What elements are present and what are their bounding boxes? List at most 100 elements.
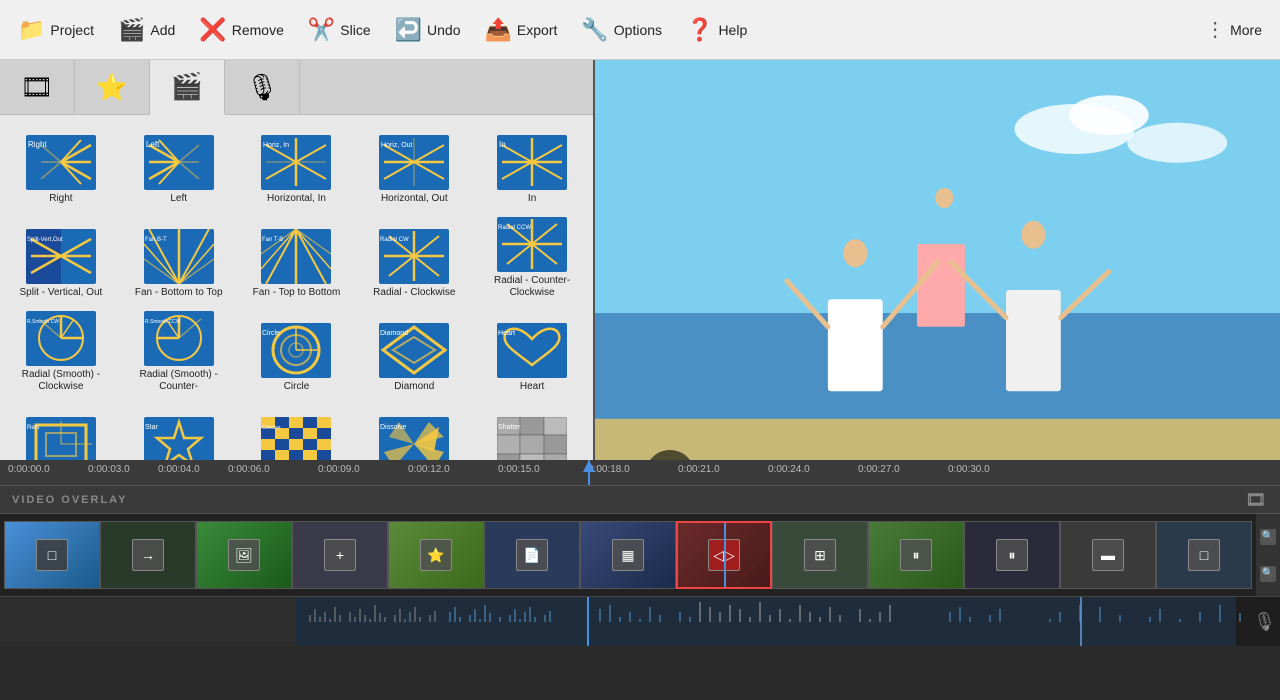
undo-button[interactable]: ↩️ Undo	[385, 11, 471, 49]
clip-cursor[interactable]: ◁▷	[676, 521, 772, 589]
transition-radial-ccw-label: Radial - Counter-Clockwise	[477, 275, 587, 299]
scroll-up-btn[interactable]: 🔍	[1260, 529, 1276, 545]
help-label: Help	[718, 22, 747, 38]
clip-12[interactable]: □	[1156, 521, 1252, 589]
clip-5[interactable]: ⭐	[388, 521, 484, 589]
clip-9[interactable]: ⏸	[868, 521, 964, 589]
svg-text:Radial CCW: Radial CCW	[498, 225, 531, 231]
project-button[interactable]: 📁 Project	[8, 11, 104, 49]
svg-text:Heart: Heart	[498, 330, 515, 337]
audio-icon: 🎙	[245, 72, 278, 103]
transition-split-vertical-out[interactable]: Split-Vert,Out Split - Vertical, Out	[4, 213, 118, 303]
transition-horizontal-out[interactable]: Horiz, Out Horizontal, Out	[357, 119, 471, 209]
svg-text:Horiz, In: Horiz, In	[263, 142, 289, 149]
timeline-ruler[interactable]: 0:00:00.0 0:00:03.0 0:00:04.0 0:00:06.0 …	[0, 460, 1280, 486]
transition-in[interactable]: In In	[475, 119, 589, 209]
clip-7[interactable]: ▦	[580, 521, 676, 589]
transition-fan-bottom-top[interactable]: Fan B-T Fan - Bottom to Top	[122, 213, 236, 303]
transition-left[interactable]: Left Left	[122, 119, 236, 209]
clip-icon-5: ⭐	[420, 539, 452, 571]
svg-text:Fan B-T: Fan B-T	[145, 237, 167, 243]
transition-diamond-label: Diamond	[394, 381, 434, 393]
clip-icon-10: ⏸	[996, 539, 1028, 571]
svg-text:Radial CW: Radial CW	[380, 237, 409, 243]
clip-10[interactable]: ⏸	[964, 521, 1060, 589]
transition-circle[interactable]: Circle Circle	[240, 307, 354, 397]
clip-11[interactable]: ▬	[1060, 521, 1156, 589]
transition-radial-smooth-ccw-label: Radial (Smooth) - Counter-	[124, 369, 234, 393]
svg-text:R.Smooth CW: R.Smooth CW	[27, 319, 59, 325]
transition-radial-smooth-cw-label: Radial (Smooth) - Clockwise	[6, 369, 116, 393]
svg-text:Rect: Rect	[27, 425, 40, 431]
slice-icon: ✂️	[308, 17, 335, 43]
ruler-mark-27: 0:00:27.0	[858, 464, 900, 475]
transition-radial-cw[interactable]: Radial CW Radial - Clockwise	[357, 213, 471, 303]
clip-8[interactable]: ⊞	[772, 521, 868, 589]
transition-fan-top-bottom-label: Fan - Top to Bottom	[253, 287, 341, 299]
export-icon: 📤	[485, 17, 512, 43]
clip-2[interactable]: →	[100, 521, 196, 589]
transition-fan-bottom-top-label: Fan - Bottom to Top	[135, 287, 223, 299]
add-button[interactable]: 🎬 Add	[108, 11, 185, 49]
export-button[interactable]: 📤 Export	[475, 11, 568, 49]
options-button[interactable]: 🔧 Options	[571, 11, 672, 49]
transition-horizontal-in[interactable]: Horiz, In Horizontal, In	[240, 119, 354, 209]
transition-split-vert-out-label: Split - Vertical, Out	[19, 287, 102, 299]
help-button[interactable]: ❓ Help	[676, 11, 757, 49]
clip-icon-1: □	[36, 539, 68, 571]
timeline-cursor	[588, 460, 590, 485]
svg-text:In: In	[499, 140, 506, 149]
video-preview-panel: ▶	[595, 60, 1280, 520]
svg-text:Split-Vert,Out: Split-Vert,Out	[27, 237, 63, 243]
transition-radial-smooth-ccw[interactable]: R.Smooth CCW Radial (Smooth) - Counter-	[122, 307, 236, 397]
slice-button[interactable]: ✂️ Slice	[298, 11, 381, 49]
remove-icon: ❌	[199, 17, 226, 43]
tab-favorites[interactable]: ⭐	[75, 60, 150, 115]
options-label: Options	[614, 22, 662, 38]
transition-radial-ccw[interactable]: Radial CCW Radial - Counter-Clockwise	[475, 213, 589, 303]
clip-icon-8: ⊞	[804, 539, 836, 571]
favorites-icon: ⭐	[96, 72, 128, 103]
transitions-icon: 🎬	[171, 71, 203, 102]
svg-text:Horiz, Out: Horiz, Out	[381, 142, 413, 149]
clip-icon-4: +	[324, 539, 356, 571]
ruler-mark-21: 0:00:21.0	[678, 464, 720, 475]
transition-radial-smooth-cw[interactable]: R.Smooth CW Radial (Smooth) - Clockwise	[4, 307, 118, 397]
tab-bar: 🎞 ⭐ 🎬 🎙	[0, 60, 593, 115]
tab-audio[interactable]: 🎙	[225, 60, 300, 115]
clip-1[interactable]: □	[4, 521, 100, 589]
transition-diamond[interactable]: Diamond Diamond	[357, 307, 471, 397]
tab-transitions[interactable]: 🎬	[150, 60, 225, 115]
options-icon: 🔧	[581, 17, 608, 43]
toolbar: 📁 Project 🎬 Add ❌ Remove ✂️ Slice ↩️ Und…	[0, 0, 1280, 60]
ruler-mark-4: 0:00:04.0	[158, 464, 200, 475]
transition-fan-top-bottom[interactable]: Fan T-B Fan - Top to Bottom	[240, 213, 354, 303]
svg-text:Dissolve: Dissolve	[380, 424, 407, 431]
clip-6[interactable]: 📄	[484, 521, 580, 589]
ruler-mark-3: 0:00:03.0	[88, 464, 130, 475]
film-strip-icon: 🎞	[1246, 490, 1268, 510]
scroll-down-btn[interactable]: 🔍	[1260, 566, 1276, 582]
tab-clips[interactable]: 🎞	[0, 60, 75, 115]
transition-left-label: Left	[170, 193, 187, 205]
transition-radial-cw-label: Radial - Clockwise	[373, 287, 455, 299]
svg-text:Checker: Checker	[262, 425, 281, 431]
svg-text:Right: Right	[28, 140, 47, 149]
transition-heart[interactable]: Heart Heart	[475, 307, 589, 397]
undo-label: Undo	[427, 22, 460, 38]
timeline-track[interactable]: □ → 🖼 + ⭐ 📄 ▦	[0, 514, 1280, 596]
more-button[interactable]: ⋮ More	[1195, 11, 1272, 48]
project-label: Project	[50, 22, 94, 38]
clip-4[interactable]: +	[292, 521, 388, 589]
more-dots-icon: ⋮	[1205, 17, 1225, 42]
add-icon: 🎬	[118, 17, 145, 43]
svg-text:Shatter: Shatter	[498, 424, 521, 431]
audio-track[interactable]: 🎙	[0, 596, 1280, 646]
clips-icon: 🎞	[20, 72, 53, 103]
remove-button[interactable]: ❌ Remove	[189, 11, 294, 49]
transition-circle-label: Circle	[284, 381, 310, 393]
transition-heart-label: Heart	[520, 381, 544, 393]
transition-right-label: Right	[49, 193, 72, 205]
transition-right[interactable]: Right Right	[4, 119, 118, 209]
clip-3[interactable]: 🖼	[196, 521, 292, 589]
